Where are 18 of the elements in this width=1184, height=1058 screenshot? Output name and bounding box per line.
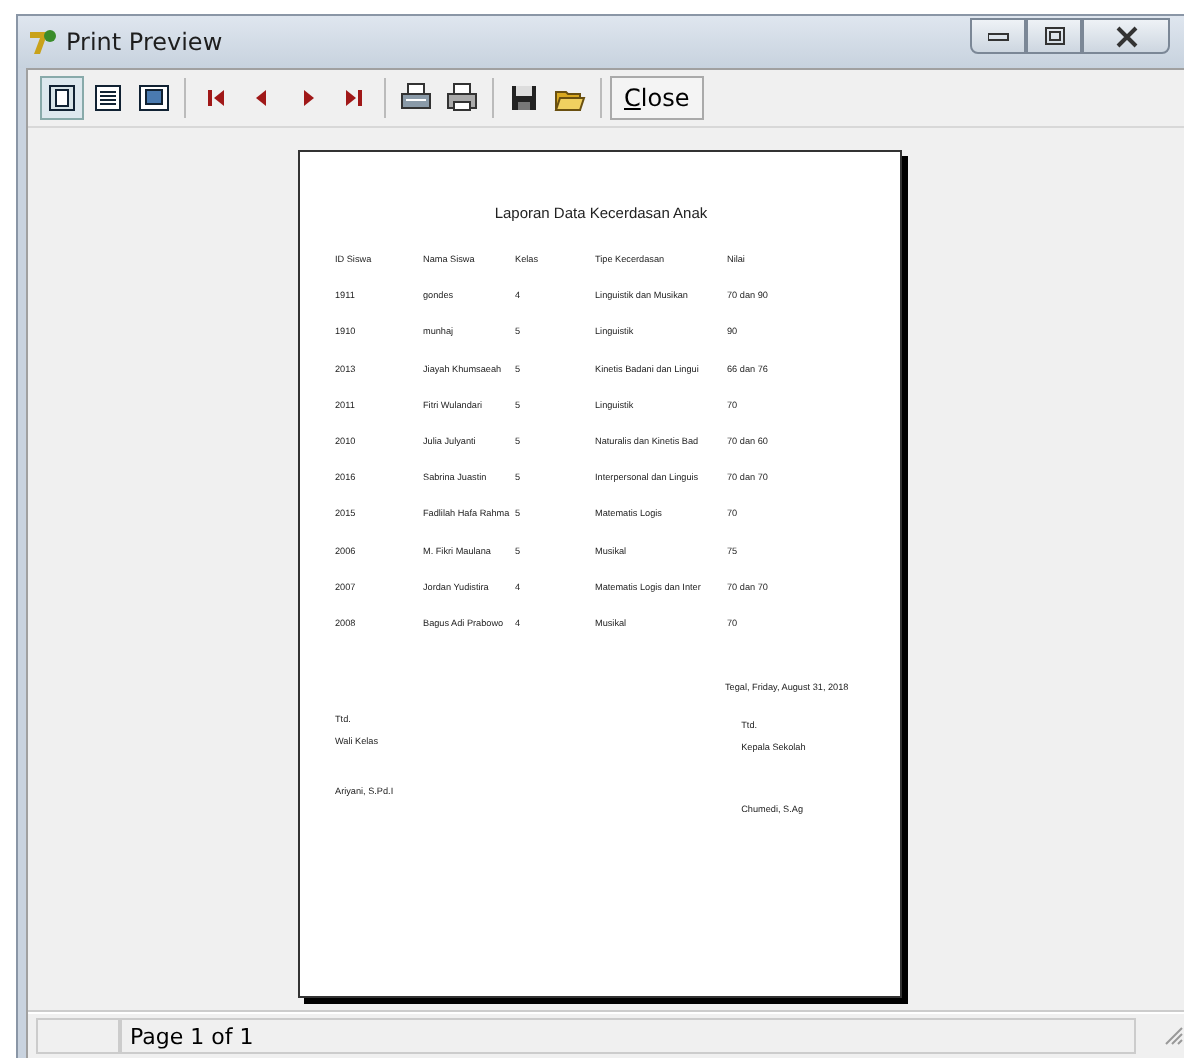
status-panel bbox=[36, 1018, 120, 1054]
lines-icon bbox=[92, 82, 124, 114]
printer-icon bbox=[400, 82, 432, 114]
printer-icon bbox=[446, 82, 478, 114]
single-page-button[interactable] bbox=[40, 76, 84, 120]
maximize-button[interactable] bbox=[1026, 18, 1082, 54]
close-button[interactable]: Close bbox=[610, 76, 704, 120]
save-icon bbox=[508, 82, 540, 114]
app-icon bbox=[26, 26, 58, 58]
single-page-icon bbox=[46, 82, 78, 114]
close-button[interactable] bbox=[1082, 18, 1170, 54]
resize-grip-icon[interactable] bbox=[1164, 1026, 1184, 1046]
minimize-button[interactable] bbox=[970, 18, 1026, 54]
fit-page-icon bbox=[138, 82, 170, 114]
close-icon bbox=[1115, 25, 1137, 47]
maximize-icon bbox=[1043, 25, 1065, 47]
page-indicator: Page 1 of 1 bbox=[120, 1018, 1136, 1054]
window-title: Print Preview bbox=[66, 28, 223, 56]
